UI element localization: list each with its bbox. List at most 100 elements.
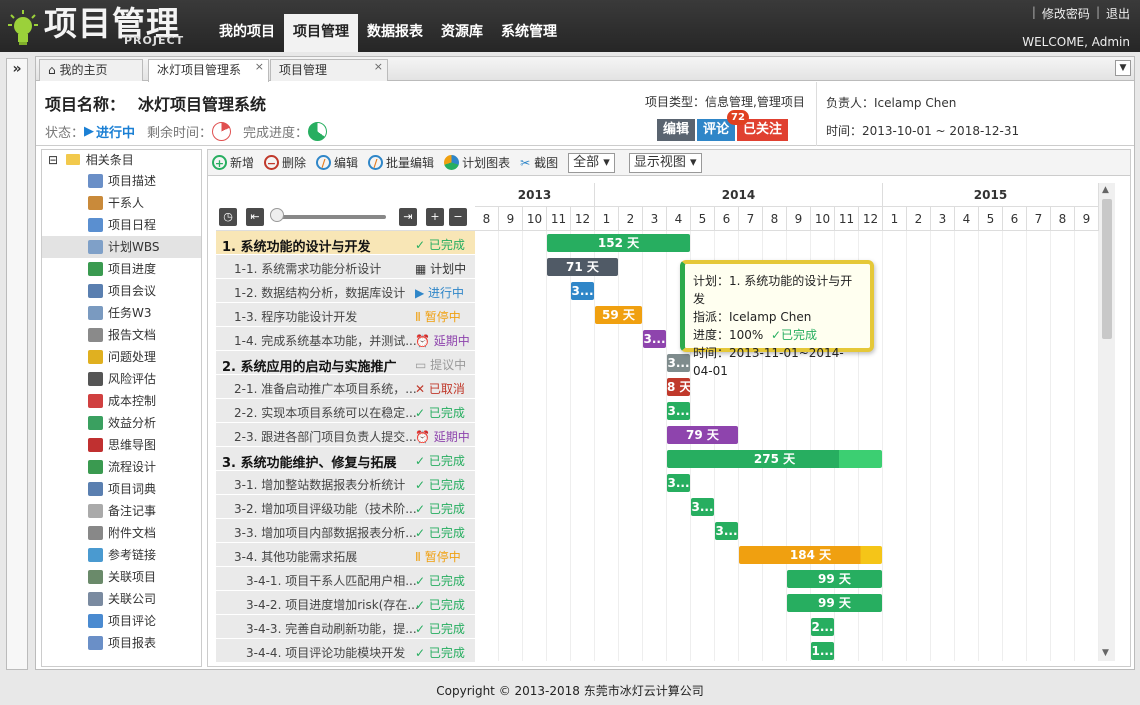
vertical-scrollbar[interactable]: ▲ ▼ — [1099, 183, 1115, 661]
table-row[interactable]: 2-1. 准备启动推广本项目系统，... ✕ 已取消 — [216, 375, 475, 399]
related-items-tree: ⊟ 相关条目 项目描述 干系人 项目日程 计划WBS 项目进度 项目会议 任务W3 报告文档问… — [41, 149, 202, 667]
gantt-bar[interactable]: 184 天 — [739, 546, 882, 564]
tree-item-task[interactable]: 任务W3 — [42, 302, 201, 324]
gantt-bar[interactable]: 3... — [667, 354, 690, 372]
tree-root[interactable]: ⊟ 相关条目 — [42, 150, 201, 170]
close-icon[interactable]: × — [374, 57, 383, 77]
gantt-bar[interactable]: 3... — [715, 522, 738, 540]
tree-item-description[interactable]: 项目描述 — [42, 170, 201, 192]
logout-link[interactable]: 退出 — [1106, 5, 1130, 22]
tree-item-wbs[interactable]: 计划WBS — [42, 236, 201, 258]
table-row[interactable]: 1-1. 系统需求功能分析设计 ▦ 计划中 — [216, 255, 475, 279]
table-row[interactable]: 1. 系统功能的设计与开发 ✓ 已完成 — [216, 231, 475, 255]
scroll-up-icon[interactable]: ▲ — [1102, 185, 1109, 195]
change-password-link[interactable]: 修改密码 — [1042, 5, 1090, 22]
gantt-bar[interactable]: 275 天 — [667, 450, 882, 468]
table-row[interactable]: 3-4-2. 项目进度增加risk(存在... ✓ 已完成 — [216, 591, 475, 615]
gantt-bar[interactable]: 2... — [811, 618, 834, 636]
project-header: 项目名称： 冰灯项目管理系统 状态： ▶ 进行中 剩余时间： 完成进度： 项目类… — [36, 82, 1134, 146]
table-row[interactable]: 3-4-4. 项目评论功能模块开发 ✓ 已完成 — [216, 639, 475, 663]
edit-button[interactable]: 编辑 — [657, 119, 696, 141]
tree-item-report[interactable]: 报告文档 — [42, 324, 201, 346]
gantt-bar[interactable]: 3... — [667, 402, 690, 420]
collapse-icon[interactable]: ⊟ — [48, 153, 58, 167]
gantt-bar[interactable]: 3... — [643, 330, 666, 348]
table-row[interactable]: 3-4. 其他功能需求拓展 Ⅱ 暂停中 — [216, 543, 475, 567]
screenshot-button[interactable]: ✂ 截图 — [520, 154, 558, 171]
tree-item-related-project[interactable]: 关联项目 — [42, 566, 201, 588]
table-row[interactable]: 3-4-3. 完善自动刷新功能，提... ✓ 已完成 — [216, 615, 475, 639]
gantt-bar[interactable]: 3... — [667, 474, 690, 492]
tree-item-benefit[interactable]: 效益分析 — [42, 412, 201, 434]
tree-item-schedule[interactable]: 项目日程 — [42, 214, 201, 236]
gantt-bar[interactable]: 99 天 — [787, 594, 882, 612]
delete-button[interactable]: − 删除 — [264, 154, 306, 171]
table-row[interactable]: 3-3. 增加项目内部数据报表分析... ✓ 已完成 — [216, 519, 475, 543]
filter-select[interactable]: 全部 ▾ — [568, 152, 615, 173]
edit-task-button[interactable]: / 编辑 — [316, 154, 358, 171]
table-row[interactable]: 1-2. 数据结构分析，数据库设计 ▶ 进行中 — [216, 279, 475, 303]
gantt-bar[interactable]: 8 天 — [667, 378, 690, 396]
table-row[interactable]: 2-2. 实现本项目系统可以在稳定... ✓ 已完成 — [216, 399, 475, 423]
project-time: 时间：2013-10-01 ~ 2018-12-31 — [826, 124, 1020, 138]
close-icon[interactable]: × — [255, 57, 264, 77]
table-row[interactable]: 3-4-1. 项目干系人匹配用户相... ✓ 已完成 — [216, 567, 475, 591]
gantt-bar[interactable]: 152 天 — [547, 234, 690, 252]
gantt-bar[interactable]: 1... — [811, 642, 834, 660]
tree-item-cost[interactable]: 成本控制 — [42, 390, 201, 412]
gantt-bar[interactable]: 71 天 — [547, 258, 618, 276]
table-row[interactable]: 3-1. 增加整站数据报表分析统计 ✓ 已完成 — [216, 471, 475, 495]
nav-project-management[interactable]: 项目管理 — [284, 14, 358, 52]
tab-project-management[interactable]: 项目管理 × — [270, 59, 388, 81]
chevron-down-icon[interactable]: ▼ — [1115, 60, 1131, 76]
table-row[interactable]: 3-2. 增加项目评级功能（技术阶... ✓ 已完成 — [216, 495, 475, 519]
tree-item-comment[interactable]: 项目评论 — [42, 610, 201, 632]
plan-chart-button[interactable]: 计划图表 — [444, 154, 510, 171]
gantt-bar[interactable]: 3... — [691, 498, 714, 516]
tree-item-related-company[interactable]: 关联公司 — [42, 588, 201, 610]
nav-system-management[interactable]: 系统管理 — [492, 14, 566, 52]
batch-edit-button[interactable]: / 批量编辑 — [368, 154, 434, 171]
zoom-slider[interactable] — [272, 215, 386, 219]
zoom-in-icon[interactable]: + — [426, 208, 444, 226]
tree-item-issue[interactable]: 问题处理 — [42, 346, 201, 368]
scroll-right-icon[interactable]: ⇥ — [399, 208, 417, 226]
scrollbar-thumb[interactable] — [1102, 199, 1112, 339]
gantt-bar[interactable]: 79 天 — [667, 426, 738, 444]
table-row[interactable]: 3. 系统功能维护、修复与拓展 ✓ 已完成 — [216, 447, 475, 471]
tree-item-flow[interactable]: 流程设计 — [42, 456, 201, 478]
view-select[interactable]: 显示视图 ▾ — [628, 152, 702, 173]
tree-item-risk[interactable]: 风险评估 — [42, 368, 201, 390]
tree-item-meeting[interactable]: 项目会议 — [42, 280, 201, 302]
nav-resources[interactable]: 资源库 — [432, 14, 492, 52]
tree-item-progress[interactable]: 项目进度 — [42, 258, 201, 280]
tab-project[interactable]: 冰灯项目管理系 × — [148, 59, 269, 82]
tree-item-link[interactable]: 参考链接 — [42, 544, 201, 566]
zoom-out-icon[interactable]: − — [449, 208, 467, 226]
collapse-strip[interactable]: » — [6, 58, 28, 670]
nav-data-reports[interactable]: 数据报表 — [358, 14, 432, 52]
tree-item-dictionary[interactable]: 项目词典 — [42, 478, 201, 500]
tab-home[interactable]: ⌂ 我的主页 — [39, 59, 143, 81]
table-row[interactable]: 1-4. 完成系统基本功能，并测试... ⏰ 延期中 — [216, 327, 475, 351]
add-button[interactable]: + 新增 — [212, 154, 254, 171]
tree-item-stakeholder[interactable]: 干系人 — [42, 192, 201, 214]
action-buttons: 编辑 评论 已关注 72 — [657, 110, 790, 141]
tree-item-mindmap[interactable]: 思维导图 — [42, 434, 201, 456]
tree-item-attachment[interactable]: 附件文档 — [42, 522, 201, 544]
table-row[interactable]: 2. 系统应用的启动与实施推广 ▭ 提议中 — [216, 351, 475, 375]
table-row[interactable]: 1-3. 程序功能设计开发 Ⅱ 暂停中 — [216, 303, 475, 327]
gantt-bar[interactable]: 99 天 — [787, 570, 882, 588]
gantt-bar[interactable]: 3... — [571, 282, 594, 300]
tree-item-note[interactable]: 备注记事 — [42, 500, 201, 522]
tree-item-report-table[interactable]: 项目报表 — [42, 632, 201, 654]
nav-my-projects[interactable]: 我的项目 — [210, 14, 284, 52]
scroll-down-icon[interactable]: ▼ — [1102, 648, 1109, 658]
expand-icon[interactable]: » — [7, 59, 27, 79]
gantt-bar[interactable]: 59 天 — [595, 306, 642, 324]
scroll-left-icon[interactable]: ⇤ — [246, 208, 264, 226]
clock-icon[interactable]: ◷ — [219, 208, 237, 226]
table-row[interactable]: 2-3. 跟进各部门项目负责人提交... ⏰ 延期中 — [216, 423, 475, 447]
zoom-slider-handle[interactable] — [270, 208, 284, 222]
month-header: 1 — [595, 207, 619, 231]
